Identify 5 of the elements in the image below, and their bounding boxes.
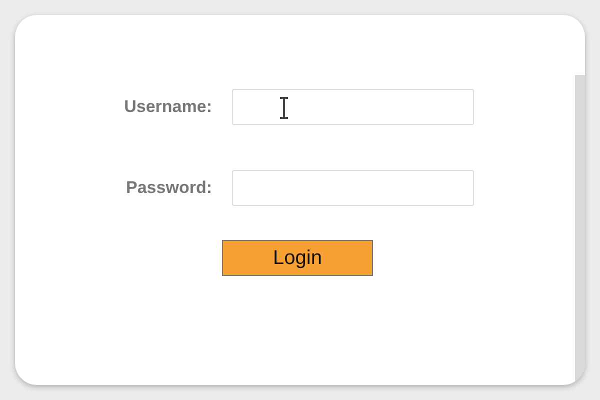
field-label: Username:: [123, 97, 213, 117]
input-field[interactable]: [232, 89, 474, 125]
input-field[interactable]: [232, 170, 474, 206]
login-button[interactable]: Login: [222, 240, 373, 276]
field-label: Password:: [125, 178, 213, 198]
